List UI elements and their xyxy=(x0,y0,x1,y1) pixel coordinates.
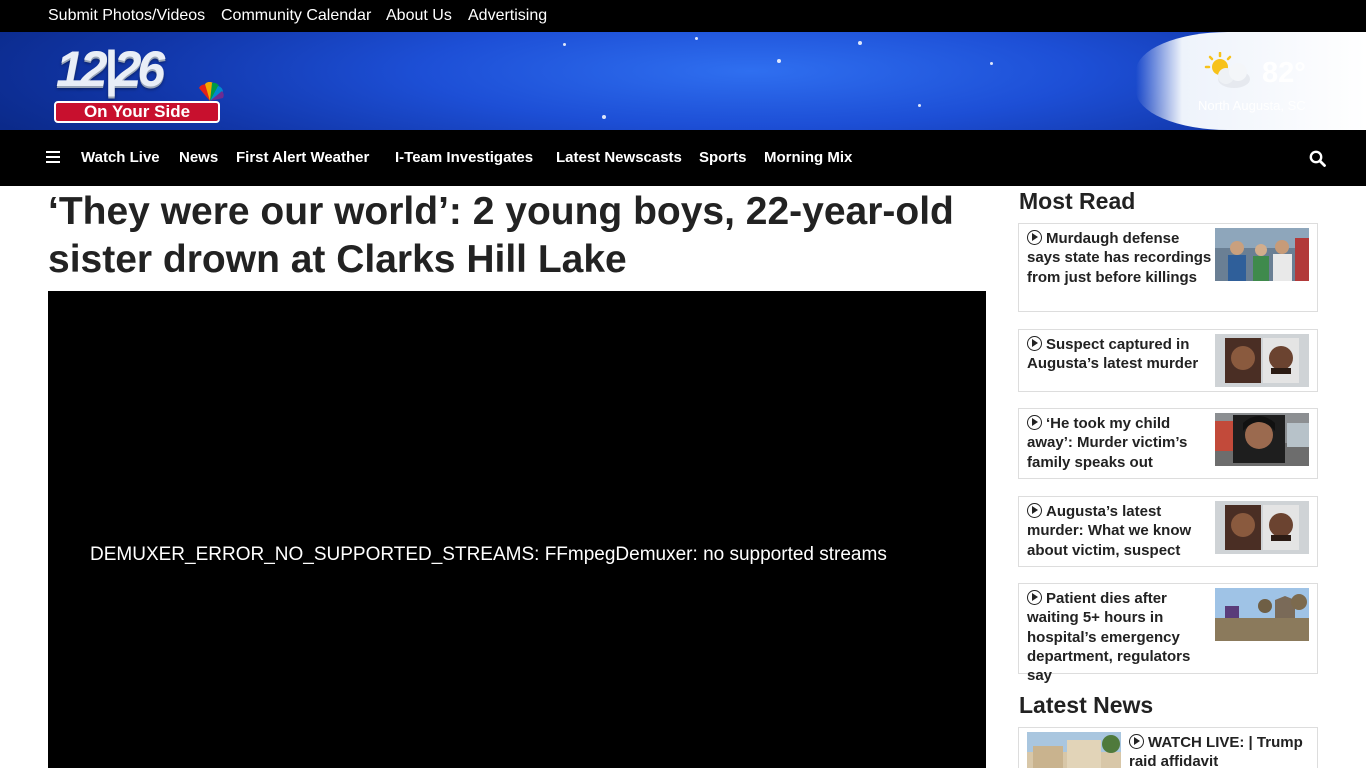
nav-first-alert-weather[interactable]: First Alert Weather xyxy=(236,149,369,166)
most-read-item-title: ‘He took my child away’: Murder victim’s… xyxy=(1027,415,1188,471)
article-headline: ‘They were our world’: 2 young boys, 22-… xyxy=(48,190,954,281)
play-icon xyxy=(1027,415,1042,430)
nav-sports[interactable]: Sports xyxy=(699,149,747,166)
logo-number: 12|26 xyxy=(56,41,165,97)
submit-photos-link[interactable]: Submit Photos/Videos xyxy=(48,7,205,25)
most-read-item[interactable]: Patient dies after waiting 5+ hours in h… xyxy=(1018,583,1318,684)
play-icon xyxy=(1027,230,1042,245)
nav-morning-mix[interactable]: Morning Mix xyxy=(764,149,852,166)
most-read-item-title: Patient dies after waiting 5+ hours in h… xyxy=(1027,590,1191,685)
most-read-item-title: Murdaugh defense says state has recordin… xyxy=(1027,230,1212,286)
latest-news-heading: Latest News xyxy=(1019,692,1154,718)
most-read-item[interactable]: Murdaugh defense says state has recordin… xyxy=(1018,223,1318,312)
search-icon[interactable] xyxy=(1309,150,1326,167)
community-calendar-link[interactable]: Community Calendar xyxy=(221,7,371,25)
nav-news[interactable]: News xyxy=(179,149,218,166)
most-read-item[interactable]: ‘He took my child away’: Murder victim’s… xyxy=(1018,408,1318,479)
video-player[interactable]: DEMUXER_ERROR_NO_SUPPORTED_STREAMS: FFmp… xyxy=(48,291,986,768)
weather-widget[interactable]: 82° North Augusta, SC xyxy=(1196,52,1320,116)
most-read-item-title: Suspect captured in Augusta’s latest mur… xyxy=(1027,336,1199,373)
about-us-link[interactable]: About Us xyxy=(386,7,452,25)
most-read-heading: Most Read xyxy=(1019,188,1136,214)
thumbnail-image xyxy=(1215,413,1309,466)
logo-tagline: On Your Side xyxy=(54,101,220,123)
latest-news-item-title: WATCH LIVE: | Trump raid affidavit xyxy=(1129,734,1303,768)
most-read-item[interactable]: Augusta’s latest murder: What we know ab… xyxy=(1018,496,1318,567)
main-nav: Watch Live News First Alert Weather I-Te… xyxy=(0,130,1366,186)
temperature: 82° xyxy=(1262,57,1306,89)
video-error-message: DEMUXER_ERROR_NO_SUPPORTED_STREAMS: FFmp… xyxy=(90,544,887,565)
partly-cloudy-icon xyxy=(1204,52,1250,88)
thumbnail-image xyxy=(1215,588,1309,641)
thumbnail-image xyxy=(1215,228,1309,281)
utility-bar: Submit Photos/Videos Community Calendar … xyxy=(0,0,1366,32)
peacock-icon xyxy=(199,82,224,101)
thumbnail-image xyxy=(1027,732,1121,768)
most-read-item-title: Augusta’s latest murder: What we know ab… xyxy=(1027,503,1192,559)
play-icon xyxy=(1129,734,1144,749)
nav-watch-live[interactable]: Watch Live xyxy=(81,149,160,166)
weather-location: North Augusta, SC xyxy=(1198,98,1306,113)
latest-news-item[interactable]: WATCH LIVE: | Trump raid affidavit xyxy=(1018,727,1318,768)
station-logo[interactable]: 12|26 On Your Side xyxy=(50,40,230,124)
play-icon xyxy=(1027,336,1042,351)
thumbnail-image xyxy=(1215,501,1309,554)
hamburger-menu-icon[interactable] xyxy=(46,151,60,164)
nav-latest-newscasts[interactable]: Latest Newscasts xyxy=(556,149,682,166)
thumbnail-image xyxy=(1215,334,1309,387)
play-icon xyxy=(1027,503,1042,518)
nav-i-team-investigates[interactable]: I-Team Investigates xyxy=(395,149,533,166)
most-read-item[interactable]: Suspect captured in Augusta’s latest mur… xyxy=(1018,329,1318,392)
play-icon xyxy=(1027,590,1042,605)
advertising-link[interactable]: Advertising xyxy=(468,7,547,25)
